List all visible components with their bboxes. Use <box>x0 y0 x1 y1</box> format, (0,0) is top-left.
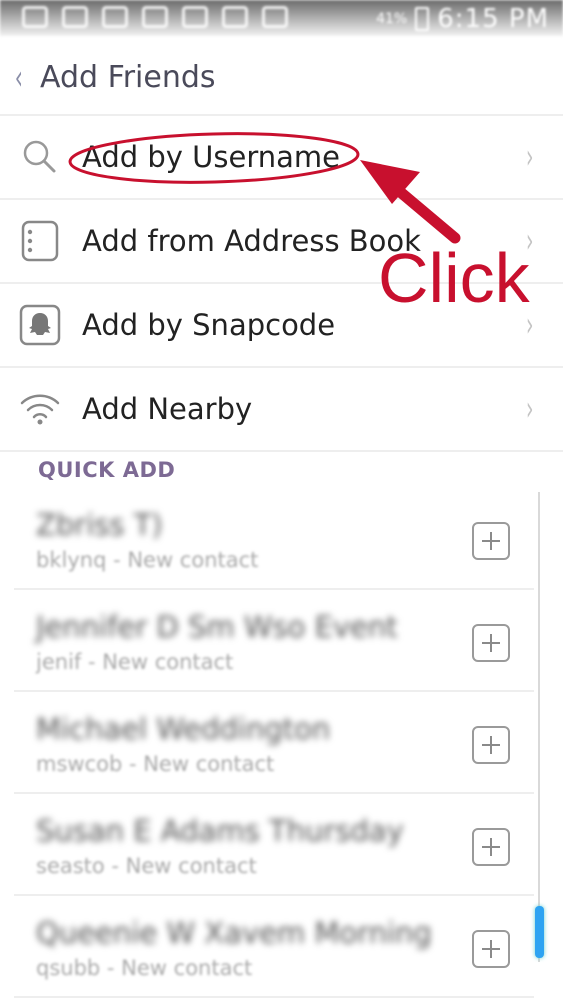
snapcode-ghost-icon <box>18 303 62 347</box>
quick-add-row: Zbriss T) bklynq - New contact <box>14 488 534 590</box>
scrollbar-thumb[interactable] <box>535 906 544 958</box>
annotation-click-label: Click <box>378 239 530 317</box>
contact-name: Michael Weddington <box>36 712 331 746</box>
add-contact-button[interactable] <box>472 726 510 764</box>
quick-add-row: Jennifer D Sm Wso Event jenif - New cont… <box>14 590 534 692</box>
search-icon <box>18 135 62 179</box>
contact-subtitle: qsubb - New contact <box>36 956 253 980</box>
menu-item-add-by-username[interactable]: Add by Username › <box>0 114 563 198</box>
add-contact-button[interactable] <box>472 624 510 662</box>
add-contact-button[interactable] <box>472 828 510 866</box>
notification-icon <box>262 6 288 28</box>
contact-subtitle: mswcob - New contact <box>36 752 275 776</box>
contact-subtitle: seasto - New contact <box>36 854 257 878</box>
chevron-right-icon: › <box>526 389 534 429</box>
battery-icon <box>415 7 430 31</box>
wifi-icon <box>18 387 62 431</box>
chevron-right-icon: › <box>526 137 534 177</box>
contact-name: Susan E Adams Thursday <box>36 814 404 848</box>
menu-item-label: Add by Username <box>82 140 340 174</box>
battery-percent: 41% <box>376 11 408 27</box>
contact-subtitle: bklynq - New contact <box>36 548 259 572</box>
contact-name: Zbriss T) <box>36 508 163 542</box>
scrollbar-track[interactable] <box>538 492 540 962</box>
quick-add-heading: QUICK ADD <box>38 458 176 482</box>
menu-item-add-nearby[interactable]: Add Nearby › <box>0 366 563 452</box>
menu-item-label: Add Nearby <box>82 392 253 426</box>
page-title: Add Friends <box>40 60 216 95</box>
status-right: 41% 6:15 PM <box>376 4 549 34</box>
quick-add-row: Queenie W Xavem Morning qsubb - New cont… <box>14 896 534 998</box>
contact-subtitle: jenif - New contact <box>36 650 234 674</box>
menu-item-label: Add from Address Book <box>82 224 421 258</box>
notification-icon <box>182 6 208 28</box>
notification-icon <box>142 6 168 28</box>
notification-icons <box>22 6 288 28</box>
notification-icon <box>222 6 248 28</box>
status-bar: 41% 6:15 PM <box>0 0 563 36</box>
notification-icon <box>22 6 48 28</box>
clock: 6:15 PM <box>437 4 549 34</box>
menu-item-label: Add by Snapcode <box>82 308 336 342</box>
back-chevron-icon[interactable]: ‹ <box>15 58 23 98</box>
notification-icon <box>102 6 128 28</box>
quick-add-list: Zbriss T) bklynq - New contact Jennifer … <box>14 488 534 998</box>
add-contact-button[interactable] <box>472 522 510 560</box>
address-book-icon <box>18 219 62 263</box>
notification-icon <box>62 6 88 28</box>
quick-add-row: Susan E Adams Thursday seasto - New cont… <box>14 794 534 896</box>
contact-name: Queenie W Xavem Morning <box>36 916 432 950</box>
quick-add-row: Michael Weddington mswcob - New contact <box>14 692 534 794</box>
add-contact-button[interactable] <box>472 930 510 968</box>
contact-name: Jennifer D Sm Wso Event <box>36 610 398 644</box>
header: ‹ Add Friends <box>0 50 563 108</box>
